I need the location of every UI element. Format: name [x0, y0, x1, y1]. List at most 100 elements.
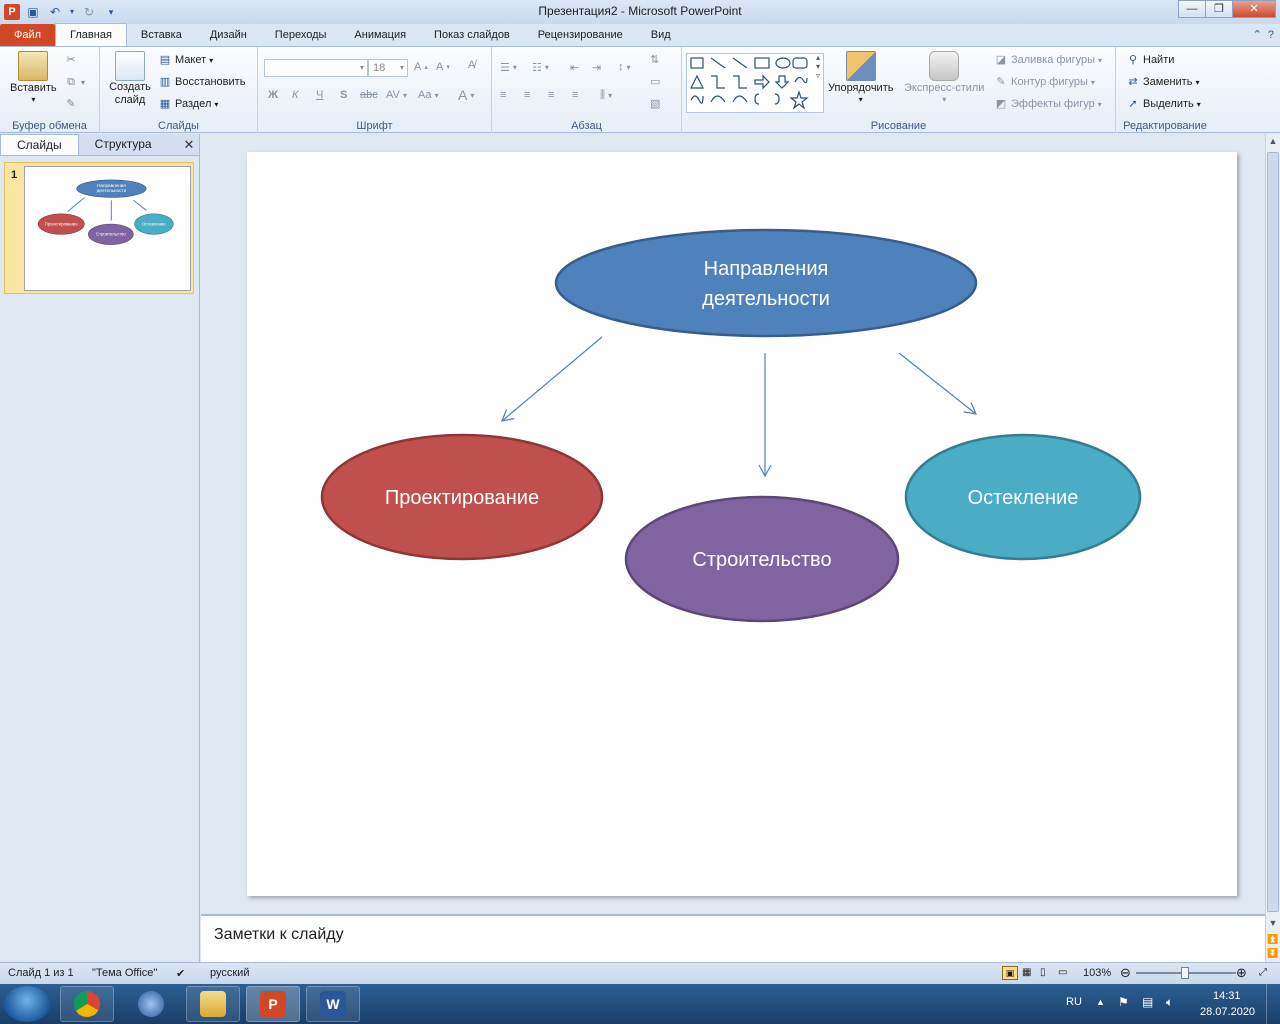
close-button[interactable]: ✕ [1232, 0, 1276, 18]
taskbar-powerpoint[interactable]: P [246, 986, 300, 1022]
format-painter-icon[interactable]: ✎ [64, 97, 78, 111]
clear-formatting-icon[interactable]: A̸ [468, 59, 475, 71]
layout-button[interactable]: ▤ Макет ▾ [158, 53, 213, 67]
align-left-icon[interactable]: ≡ [500, 89, 506, 101]
zoom-in-icon[interactable]: ⊕ [1236, 965, 1247, 981]
section-button[interactable]: ▦ Раздел ▾ [158, 97, 219, 111]
start-button[interactable] [4, 986, 50, 1022]
reset-button[interactable]: ▥ Восстановить [158, 75, 246, 89]
help-icon[interactable]: ? [1268, 24, 1274, 46]
shapes-gallery[interactable] [686, 53, 824, 113]
decrease-indent-icon[interactable]: ⇤ [570, 61, 579, 74]
tab-review[interactable]: Рецензирование [524, 24, 637, 46]
font-size-field[interactable]: 18 ▾ [368, 59, 408, 77]
bold-button[interactable]: Ж [268, 89, 278, 101]
tab-file[interactable]: Файл [0, 24, 56, 46]
zoom-out-icon[interactable]: ⊖ [1120, 965, 1131, 981]
columns-icon[interactable]: ⫼ ▾ [600, 89, 612, 102]
arrow-to-left[interactable] [501, 336, 603, 422]
cut-icon[interactable]: ✂ [64, 53, 78, 67]
middle-node[interactable]: Строительство [624, 495, 900, 623]
new-slide-button[interactable]: Создать слайд [108, 51, 152, 107]
line-spacing-icon[interactable]: ↕ ▾ [618, 61, 631, 73]
align-center-icon[interactable]: ≡ [524, 89, 530, 101]
right-node[interactable]: Остекление [904, 433, 1142, 561]
redo-icon[interactable]: ↻ [80, 3, 98, 21]
notes-pane[interactable]: Заметки к слайду [201, 914, 1265, 962]
zoom-level[interactable]: 103% [1083, 967, 1111, 979]
spellcheck-icon[interactable]: ✔ [176, 967, 185, 980]
slideshow-view-icon[interactable]: ▭ [1058, 967, 1067, 978]
font-name-field[interactable]: ▾ [264, 59, 368, 77]
change-case-button[interactable]: Aa ▾ [418, 89, 438, 101]
numbering-icon[interactable]: ☷ ▾ [532, 61, 549, 74]
save-icon[interactable]: ▣ [24, 3, 42, 21]
action-center-icon[interactable]: ⚑ [1118, 995, 1129, 1009]
strikethrough-button[interactable]: abc [360, 89, 378, 101]
copy-icon[interactable]: ⧉ ▾ [64, 75, 85, 89]
grow-font-icon[interactable]: A ▴ [414, 61, 428, 73]
tab-slides[interactable]: Слайды [0, 134, 79, 155]
tray-expand-icon[interactable]: ▲ [1096, 997, 1105, 1007]
undo-dropdown-icon[interactable]: ▾ [68, 3, 76, 21]
font-color-button[interactable]: A ▾ [458, 87, 474, 103]
scroll-down-icon[interactable]: ▼ [1266, 916, 1280, 930]
shrink-font-icon[interactable]: A ▾ [436, 61, 450, 73]
show-desktop-button[interactable] [1266, 984, 1280, 1024]
italic-button[interactable]: К [292, 89, 298, 101]
underline-button[interactable]: Ч [316, 89, 323, 101]
tab-view[interactable]: Вид [637, 24, 685, 46]
select-button[interactable]: ➚ Выделить ▾ [1126, 97, 1200, 111]
tab-insert[interactable]: Вставка [127, 24, 196, 46]
arrow-to-right[interactable] [898, 352, 977, 415]
justify-icon[interactable]: ≡ [572, 89, 578, 101]
quick-styles-button[interactable]: Экспресс-стили ▾ [904, 51, 984, 104]
align-text-icon[interactable]: ▭ [650, 75, 660, 88]
minimize-button[interactable]: — [1178, 0, 1206, 18]
taskbar-word[interactable]: W [306, 986, 360, 1022]
reading-view-icon[interactable]: ▯ [1040, 967, 1046, 978]
char-spacing-button[interactable]: AV ▾ [386, 89, 407, 101]
tab-outline[interactable]: Структура [79, 134, 168, 155]
shapes-scroll[interactable]: ▴ ▾ ▿ [816, 53, 820, 80]
align-right-icon[interactable]: ≡ [548, 89, 554, 101]
shape-fill-button[interactable]: ◪ Заливка фигуры ▾ [994, 53, 1102, 67]
next-slide-icon[interactable]: ⏬ [1266, 946, 1280, 960]
text-direction-icon[interactable]: ⇅ [650, 53, 659, 66]
close-panel-icon[interactable]: ✕ [179, 135, 199, 155]
maximize-button[interactable]: ❐ [1205, 0, 1233, 18]
taskbar-explorer[interactable] [186, 986, 240, 1022]
paste-button[interactable]: Вставить ▾ [10, 51, 57, 104]
scroll-thumb[interactable] [1267, 152, 1279, 912]
shadow-button[interactable]: S [340, 89, 347, 101]
taskbar-chrome[interactable] [60, 986, 114, 1022]
language-indicator[interactable]: русский [210, 967, 249, 979]
volume-icon[interactable]: 🔈︎ [1166, 995, 1173, 1010]
left-node[interactable]: Проектирование [320, 433, 604, 561]
replace-button[interactable]: ⇄ Заменить ▾ [1126, 75, 1199, 89]
scroll-up-icon[interactable]: ▲ [1266, 134, 1280, 148]
customize-qat-icon[interactable]: ▾ [102, 3, 120, 21]
undo-icon[interactable]: ↶ [46, 3, 64, 21]
slide-thumbnail-1[interactable]: 1 Направления деятельности Проектировани… [4, 162, 194, 294]
clock-time[interactable]: 14:31 [1213, 990, 1241, 1002]
top-node[interactable]: Направления деятельности [554, 228, 978, 338]
shape-outline-button[interactable]: ✎ Контур фигуры ▾ [994, 75, 1095, 89]
arrange-button[interactable]: Упорядочить ▾ [828, 51, 893, 104]
find-button[interactable]: ⚲ Найти [1126, 53, 1174, 67]
prev-slide-icon[interactable]: ⏫ [1266, 932, 1280, 946]
collapse-ribbon-icon[interactable]: ⌃ [1253, 24, 1262, 46]
zoom-slider-knob[interactable] [1181, 967, 1189, 979]
tab-transitions[interactable]: Переходы [261, 24, 341, 46]
tab-design[interactable]: Дизайн [196, 24, 261, 46]
tab-slideshow[interactable]: Показ слайдов [420, 24, 524, 46]
theme-name[interactable]: "Тема Office" [92, 967, 157, 979]
increase-indent-icon[interactable]: ⇥ [592, 61, 601, 74]
powerpoint-app-icon[interactable]: P [4, 4, 20, 20]
tab-animation[interactable]: Анимация [340, 24, 420, 46]
tab-home[interactable]: Главная [55, 23, 127, 46]
bullets-icon[interactable]: ☰ ▾ [500, 61, 517, 74]
clock-date[interactable]: 28.07.2020 [1200, 1006, 1255, 1018]
smartart-icon[interactable]: ▧ [650, 97, 660, 110]
vertical-scrollbar[interactable]: ▲ ▼ ⏫ ⏬ [1265, 134, 1280, 962]
